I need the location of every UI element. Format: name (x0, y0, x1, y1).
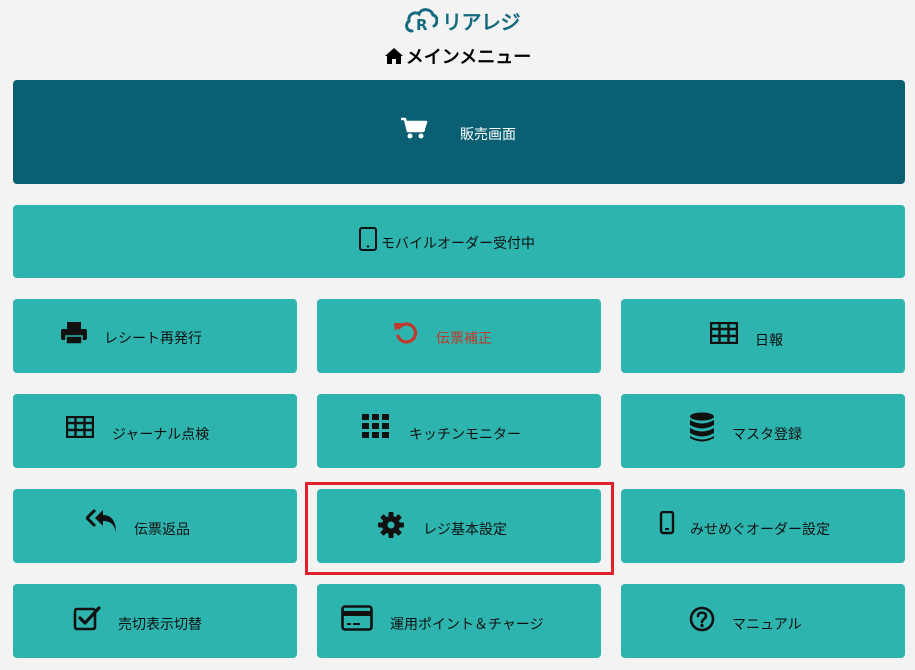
daily-report-label: 日報 (755, 333, 783, 349)
slip-return-button[interactable]: 伝票返品 (13, 489, 297, 563)
cloud-r-logo-icon: R (405, 8, 438, 34)
undo-icon (393, 320, 419, 346)
points-charge-button[interactable]: 運用ポイント＆チャージ (317, 584, 601, 658)
reply-all-icon (86, 507, 118, 535)
master-register-label: マスタ登録 (732, 427, 802, 443)
mobile-order-button[interactable]: モバイルオーダー受付中 (13, 205, 905, 278)
smartphone-icon (659, 511, 675, 535)
soldout-toggle-label: 売切表示切替 (118, 617, 202, 633)
slip-correction-button[interactable]: 伝票補正 (317, 299, 601, 373)
sales-screen-button[interactable]: 販売画面 (13, 80, 905, 184)
grid-dots-icon (362, 414, 390, 440)
slip-return-label: 伝票返品 (134, 522, 190, 538)
sales-screen-label: 販売画面 (460, 127, 516, 143)
manual-button[interactable]: マニュアル (621, 584, 905, 658)
logo-text: リアレジ (442, 9, 521, 34)
database-icon (689, 412, 715, 442)
highlight-box (305, 482, 614, 575)
question-circle-icon (689, 606, 715, 632)
table-grid-icon (710, 322, 738, 344)
journal-check-label: ジャーナル点検 (112, 427, 210, 443)
checkbox-checked-icon (73, 605, 101, 631)
soldout-toggle-button[interactable]: 売切表示切替 (13, 584, 297, 658)
table-grid-icon (66, 416, 94, 438)
tablet-icon (358, 227, 378, 251)
app-logo: R リアレジ (404, 4, 521, 36)
daily-report-button[interactable]: 日報 (621, 299, 905, 373)
kitchen-monitor-label: キッチンモニター (409, 427, 521, 443)
home-icon (384, 48, 403, 64)
master-register-button[interactable]: マスタ登録 (621, 394, 905, 468)
manual-label: マニュアル (732, 617, 802, 633)
mobile-order-label: モバイルオーダー受付中 (381, 236, 535, 252)
page-title: メインメニュー (0, 42, 915, 70)
journal-check-button[interactable]: ジャーナル点検 (13, 394, 297, 468)
misemegu-order-settings-label: みせめぐオーダー設定 (690, 522, 830, 538)
shopping-cart-icon (400, 117, 428, 141)
points-charge-label: 運用ポイント＆チャージ (390, 617, 544, 633)
misemegu-order-settings-button[interactable]: みせめぐオーダー設定 (621, 489, 905, 563)
printer-icon (60, 321, 88, 345)
page-title-text: メインメニュー (405, 47, 532, 68)
receipt-reissue-button[interactable]: レシート再発行 (13, 299, 297, 373)
credit-card-icon (341, 605, 373, 631)
slip-correction-label: 伝票補正 (436, 331, 492, 347)
kitchen-monitor-button[interactable]: キッチンモニター (317, 394, 601, 468)
svg-text:R: R (416, 16, 428, 34)
receipt-reissue-label: レシート再発行 (104, 331, 202, 347)
